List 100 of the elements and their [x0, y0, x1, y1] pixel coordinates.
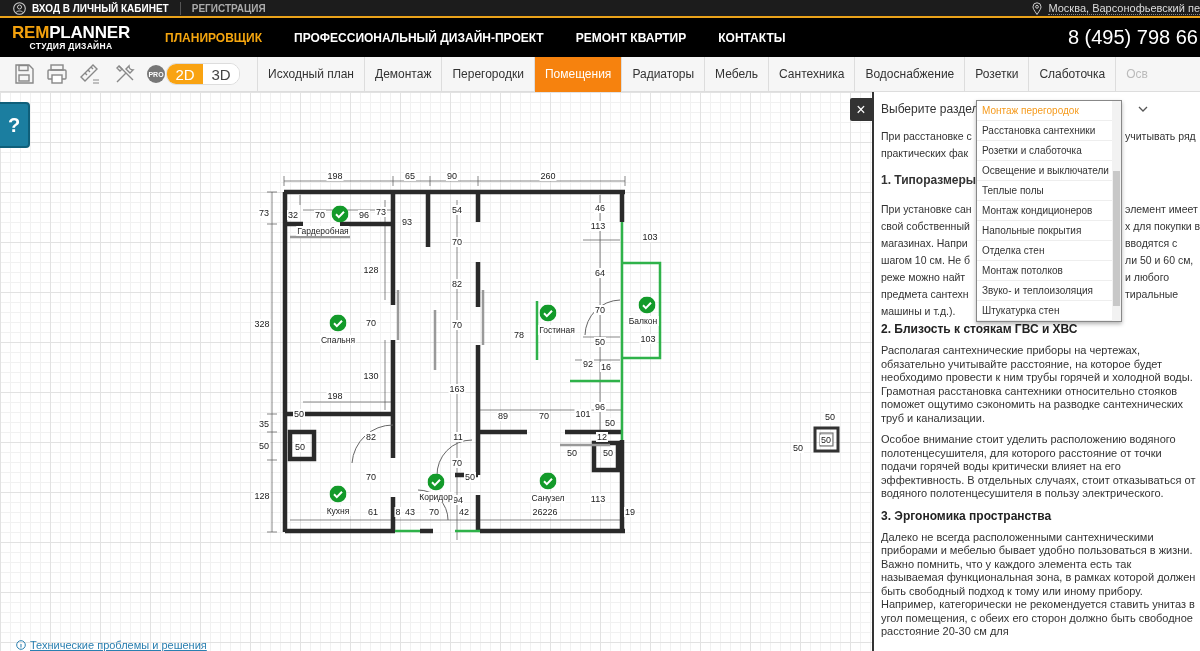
tab[interactable]: Сантехника — [768, 56, 855, 92]
dimension-label: 8 — [394, 507, 402, 517]
paragraph-text: шагом 10 см. Не б — [881, 253, 972, 266]
dimension-label: 78 — [513, 330, 525, 340]
dimension-label: 163 — [448, 384, 466, 394]
dimension-label: 130 — [362, 371, 380, 381]
dimension-label: 50 — [824, 412, 836, 422]
tab[interactable]: Водоснабжение — [854, 56, 965, 92]
tab[interactable]: Радиаторы — [621, 56, 705, 92]
paragraph-text: машины и т.д.). — [881, 304, 957, 317]
dimension-label: 70 — [428, 507, 440, 517]
tab[interactable]: Исходный план — [257, 56, 364, 92]
room-label: Коридор — [418, 492, 454, 502]
dimension-label: 198 — [326, 391, 344, 401]
close-button[interactable]: × — [850, 98, 872, 121]
dimension-label: 70 — [594, 305, 606, 315]
dimension-label: 82 — [365, 432, 377, 442]
dimension-label: 43 — [404, 507, 416, 517]
paragraph-text: Далеко не всегда расположенными сантехническими приборами и мебелью бывает удобно пользоваться в жизни. Важно помнить, что у каждого элемента есть так называемая функциональная зона, в рамках которой должен быть свободный подход к тому или иному прибору. Например, категорически не рекомендуется ставить унитаз в угол помещения, с обеих его сторон должно быть свободное расстояние 20-30 см для — [881, 530, 1196, 639]
dimension-label: 73 — [375, 207, 387, 217]
dimension-label: 90 — [446, 171, 458, 181]
help-button[interactable]: ? — [0, 102, 30, 148]
dimension-label: 50 — [604, 418, 616, 428]
dimension-label: 103 — [641, 232, 659, 242]
dimension-label: 89 — [497, 411, 509, 421]
paragraph-text: элемент имеет — [1125, 202, 1198, 215]
dimension-label: 70 — [451, 320, 463, 330]
paragraph-text: тиральные — [1125, 287, 1179, 300]
help-link[interactable]: Технические проблемы и решения — [30, 639, 207, 651]
dimension-label: 50 — [293, 409, 305, 419]
nav-link[interactable]: РЕМОНТ КВАРТИР — [575, 30, 687, 45]
printer-icon — [46, 63, 68, 85]
room-label: Гардеробная — [296, 226, 350, 236]
logo-wordmark[interactable]: REMPLANNER — [12, 24, 130, 41]
section-heading: 3. Эргономика пространства — [881, 508, 1053, 524]
dimension-label: 35 — [258, 419, 270, 429]
dimension-label: 11 — [452, 432, 464, 442]
dimension-label: 128 — [362, 265, 380, 275]
section-heading: 2. Близость к стоякам ГВС и ХВС — [881, 322, 1079, 337]
paragraph-text: Особое внимание стоит уделить расположению водяного полотенцесушителя, для которого расстояние от точки подачи горячей воды критически влияет на его эффективность. В отдельных случаях, стоит отказываться от водяного полотенцесушителя в пользу электрического. — [881, 433, 1196, 501]
room-label: Спальня — [319, 335, 357, 345]
dimension-label: 54 — [451, 205, 463, 215]
dimension-label: 113 — [589, 221, 607, 231]
dimension-label: 70 — [365, 472, 377, 482]
dimension-label: 198 — [326, 171, 344, 181]
tab[interactable]: Перегородки — [441, 56, 534, 92]
dimension-label: 50 — [294, 442, 306, 452]
dimension-label: 103 — [639, 334, 657, 344]
dimension-label: 101 — [574, 409, 592, 419]
phone-number: 8 (495) 798 66 — [1067, 26, 1199, 49]
tab[interactable]: Демонтаж — [364, 56, 442, 92]
dimension-label: 26226 — [531, 507, 559, 517]
paragraph-text: практических фак — [881, 146, 969, 159]
paragraph-text: При установке сан — [881, 202, 973, 215]
room-label: Кухня — [325, 506, 351, 516]
room-label: Балкон — [627, 316, 659, 326]
dimension-label: 70 — [314, 210, 326, 220]
dimension-label: 260 — [539, 171, 557, 181]
room-label: Санузел — [530, 493, 566, 503]
room-label: Гостиная — [538, 325, 576, 335]
user-icon — [13, 1, 26, 15]
dimension-label: 50 — [258, 441, 270, 451]
dimension-label: 96 — [358, 210, 370, 220]
dimension-label: 70 — [451, 237, 463, 247]
tab[interactable]: Розетки — [964, 56, 1029, 92]
paragraph-text: Располагая сантехнические приборы на чертежах, обязательно учитывайте расстояние, на которое будет необходимо провести к ним трубы горячей и холодной воды. Грамотная расстановка сантехники относительно стояков поможет ощутимо сэкономить на разводке сантехнических труб и канализации. — [881, 344, 1194, 425]
dimension-label: 50 — [792, 443, 804, 453]
dimension-label: 16 — [600, 362, 612, 372]
dimension-label: 128 — [253, 491, 271, 501]
paragraph-text: При расстановке с — [881, 129, 973, 142]
nav-link[interactable]: ПРОФЕССИОНАЛЬНЫЙ ДИЗАЙН-ПРОЕКТ — [294, 30, 544, 45]
dimension-label: 50 — [602, 448, 614, 458]
dimension-label: 50 — [594, 337, 606, 347]
paragraph-text: вводятся с — [1125, 236, 1178, 249]
info-icon — [16, 640, 26, 650]
dimension-label: 12 — [596, 432, 608, 442]
dimension-label: 113 — [589, 494, 607, 504]
paragraph-text: магазинах. Напри — [881, 236, 969, 249]
dimension-label: 70 — [451, 458, 463, 468]
register-link[interactable]: РЕГИСТРАЦИЯ — [191, 2, 266, 14]
tab[interactable]: Мебель — [704, 56, 769, 92]
dimension-label: 64 — [594, 268, 606, 278]
dimension-label: 46 — [594, 203, 606, 213]
dimension-label: 73 — [258, 208, 270, 218]
dimension-label: 92 — [582, 359, 594, 369]
dimension-label: 70 — [365, 318, 377, 328]
paragraph-text: и любого — [1125, 270, 1170, 283]
dimension-label: 82 — [451, 279, 463, 289]
location-link[interactable]: Москва, Варсонофьевский пе — [1048, 1, 1200, 15]
dimension-label: 328 — [253, 319, 271, 329]
dimension-label: 32 — [287, 210, 299, 220]
paragraph-text: реже можно найт — [881, 270, 967, 283]
nav-link[interactable]: КОНТАКТЫ — [718, 30, 786, 45]
login-link[interactable]: ВХОД В ЛИЧНЫЙ КАБИНЕТ — [32, 2, 169, 14]
scrollbar[interactable] — [1112, 101, 1121, 321]
paragraph-text: предмета сантехн — [881, 287, 970, 300]
dimension-label: 50 — [820, 435, 832, 445]
nav-link[interactable]: ПЛАНИРОВЩИК — [165, 30, 263, 45]
save-icon — [13, 63, 35, 85]
tab[interactable]: Слаботочка — [1028, 56, 1116, 92]
